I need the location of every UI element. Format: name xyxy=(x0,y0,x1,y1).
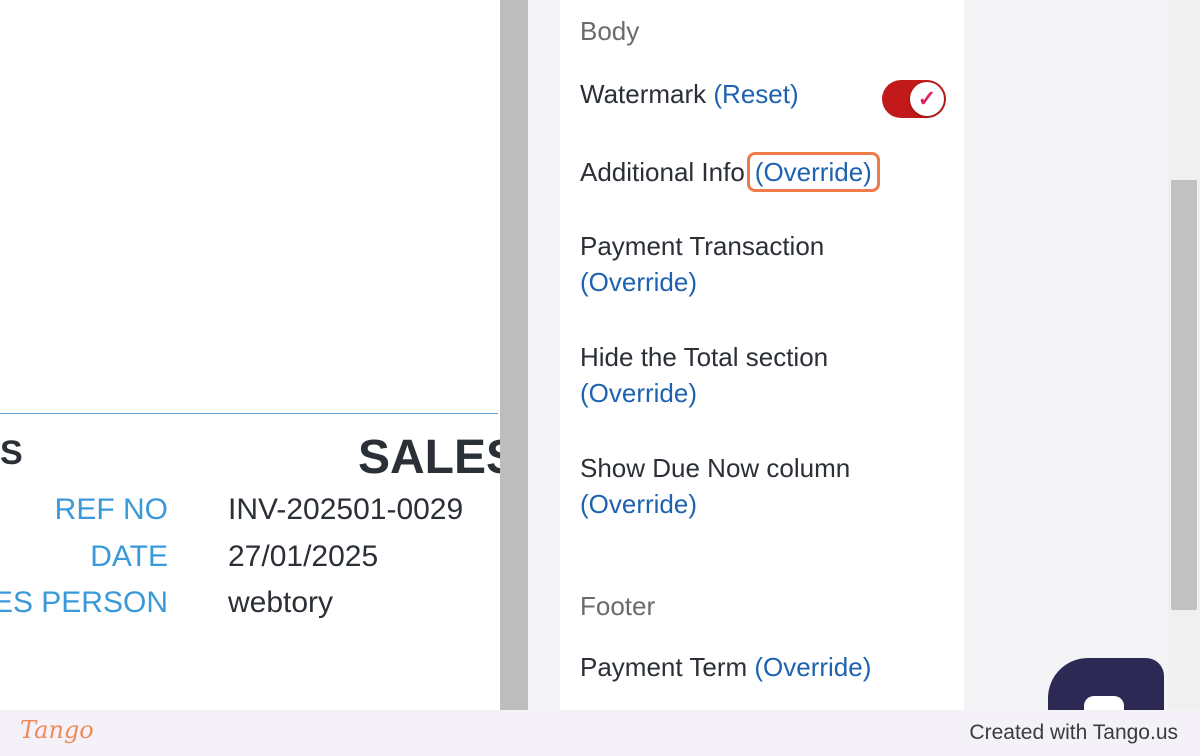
invoice-row-salesperson: ES PERSON webtory xyxy=(0,586,500,626)
additional-info-option: Additional Info (Override) xyxy=(580,152,940,192)
payment-transaction-option: Payment Transaction (Override) xyxy=(580,228,940,300)
show-due-now-override-link[interactable]: (Override) xyxy=(580,486,940,522)
ref-no-label: REF NO xyxy=(54,493,168,526)
settings-panel: Body Watermark (Reset) ✓ Additional Info… xyxy=(560,0,964,710)
watermark-toggle[interactable]: ✓ xyxy=(882,80,946,118)
watermark-reset-link[interactable]: (Reset) xyxy=(713,79,798,109)
hide-total-option: Hide the Total section (Override) xyxy=(580,339,940,411)
invoice-heading-fragment: S xyxy=(0,434,23,472)
scrollbar-thumb[interactable] xyxy=(1171,180,1197,610)
payment-term-override-link[interactable]: (Override) xyxy=(754,652,871,682)
tango-logo: Tango xyxy=(20,716,94,744)
watermark-label: Watermark xyxy=(580,79,707,109)
salesperson-label: ES PERSON xyxy=(0,586,168,619)
invoice-row-date: DATE 27/01/2025 xyxy=(0,540,500,580)
date-label: DATE xyxy=(90,540,168,573)
footer-section-title: Footer xyxy=(580,591,656,621)
created-with-text: Created with Tango.us xyxy=(969,721,1178,744)
payment-transaction-override-link[interactable]: (Override) xyxy=(580,264,940,300)
hide-total-override-link[interactable]: (Override) xyxy=(580,375,940,411)
checkmark-icon: ✓ xyxy=(910,82,944,116)
invoice-row-ref: REF NO INV-202501-0029 xyxy=(0,493,500,533)
body-section-title: Body xyxy=(580,16,640,46)
hide-total-label: Hide the Total section xyxy=(580,342,829,372)
date-value: 27/01/2025 xyxy=(228,540,379,573)
invoice-preview: S SALES REF NO INV-202501-0029 DATE 27/0… xyxy=(0,0,500,710)
additional-info-override-link[interactable]: (Override) xyxy=(746,152,880,192)
payment-transaction-label: Payment Transaction xyxy=(580,231,825,261)
invoice-title: SALES xyxy=(358,431,500,484)
preview-scroll-gutter xyxy=(500,0,528,710)
additional-info-label: Additional Info xyxy=(580,157,745,187)
payment-term-option: Payment Term (Override) xyxy=(580,649,940,685)
ref-no-value: INV-202501-0029 xyxy=(228,493,464,526)
divider xyxy=(0,413,498,414)
tango-footer: Tango Created with Tango.us xyxy=(0,710,1200,756)
show-due-now-label: Show Due Now column xyxy=(580,453,851,483)
show-due-now-option: Show Due Now column (Override) xyxy=(580,450,940,522)
page-background xyxy=(964,0,1168,710)
salesperson-value: webtory xyxy=(228,586,334,619)
panel-gap xyxy=(528,0,560,710)
payment-term-label: Payment Term xyxy=(580,652,748,682)
